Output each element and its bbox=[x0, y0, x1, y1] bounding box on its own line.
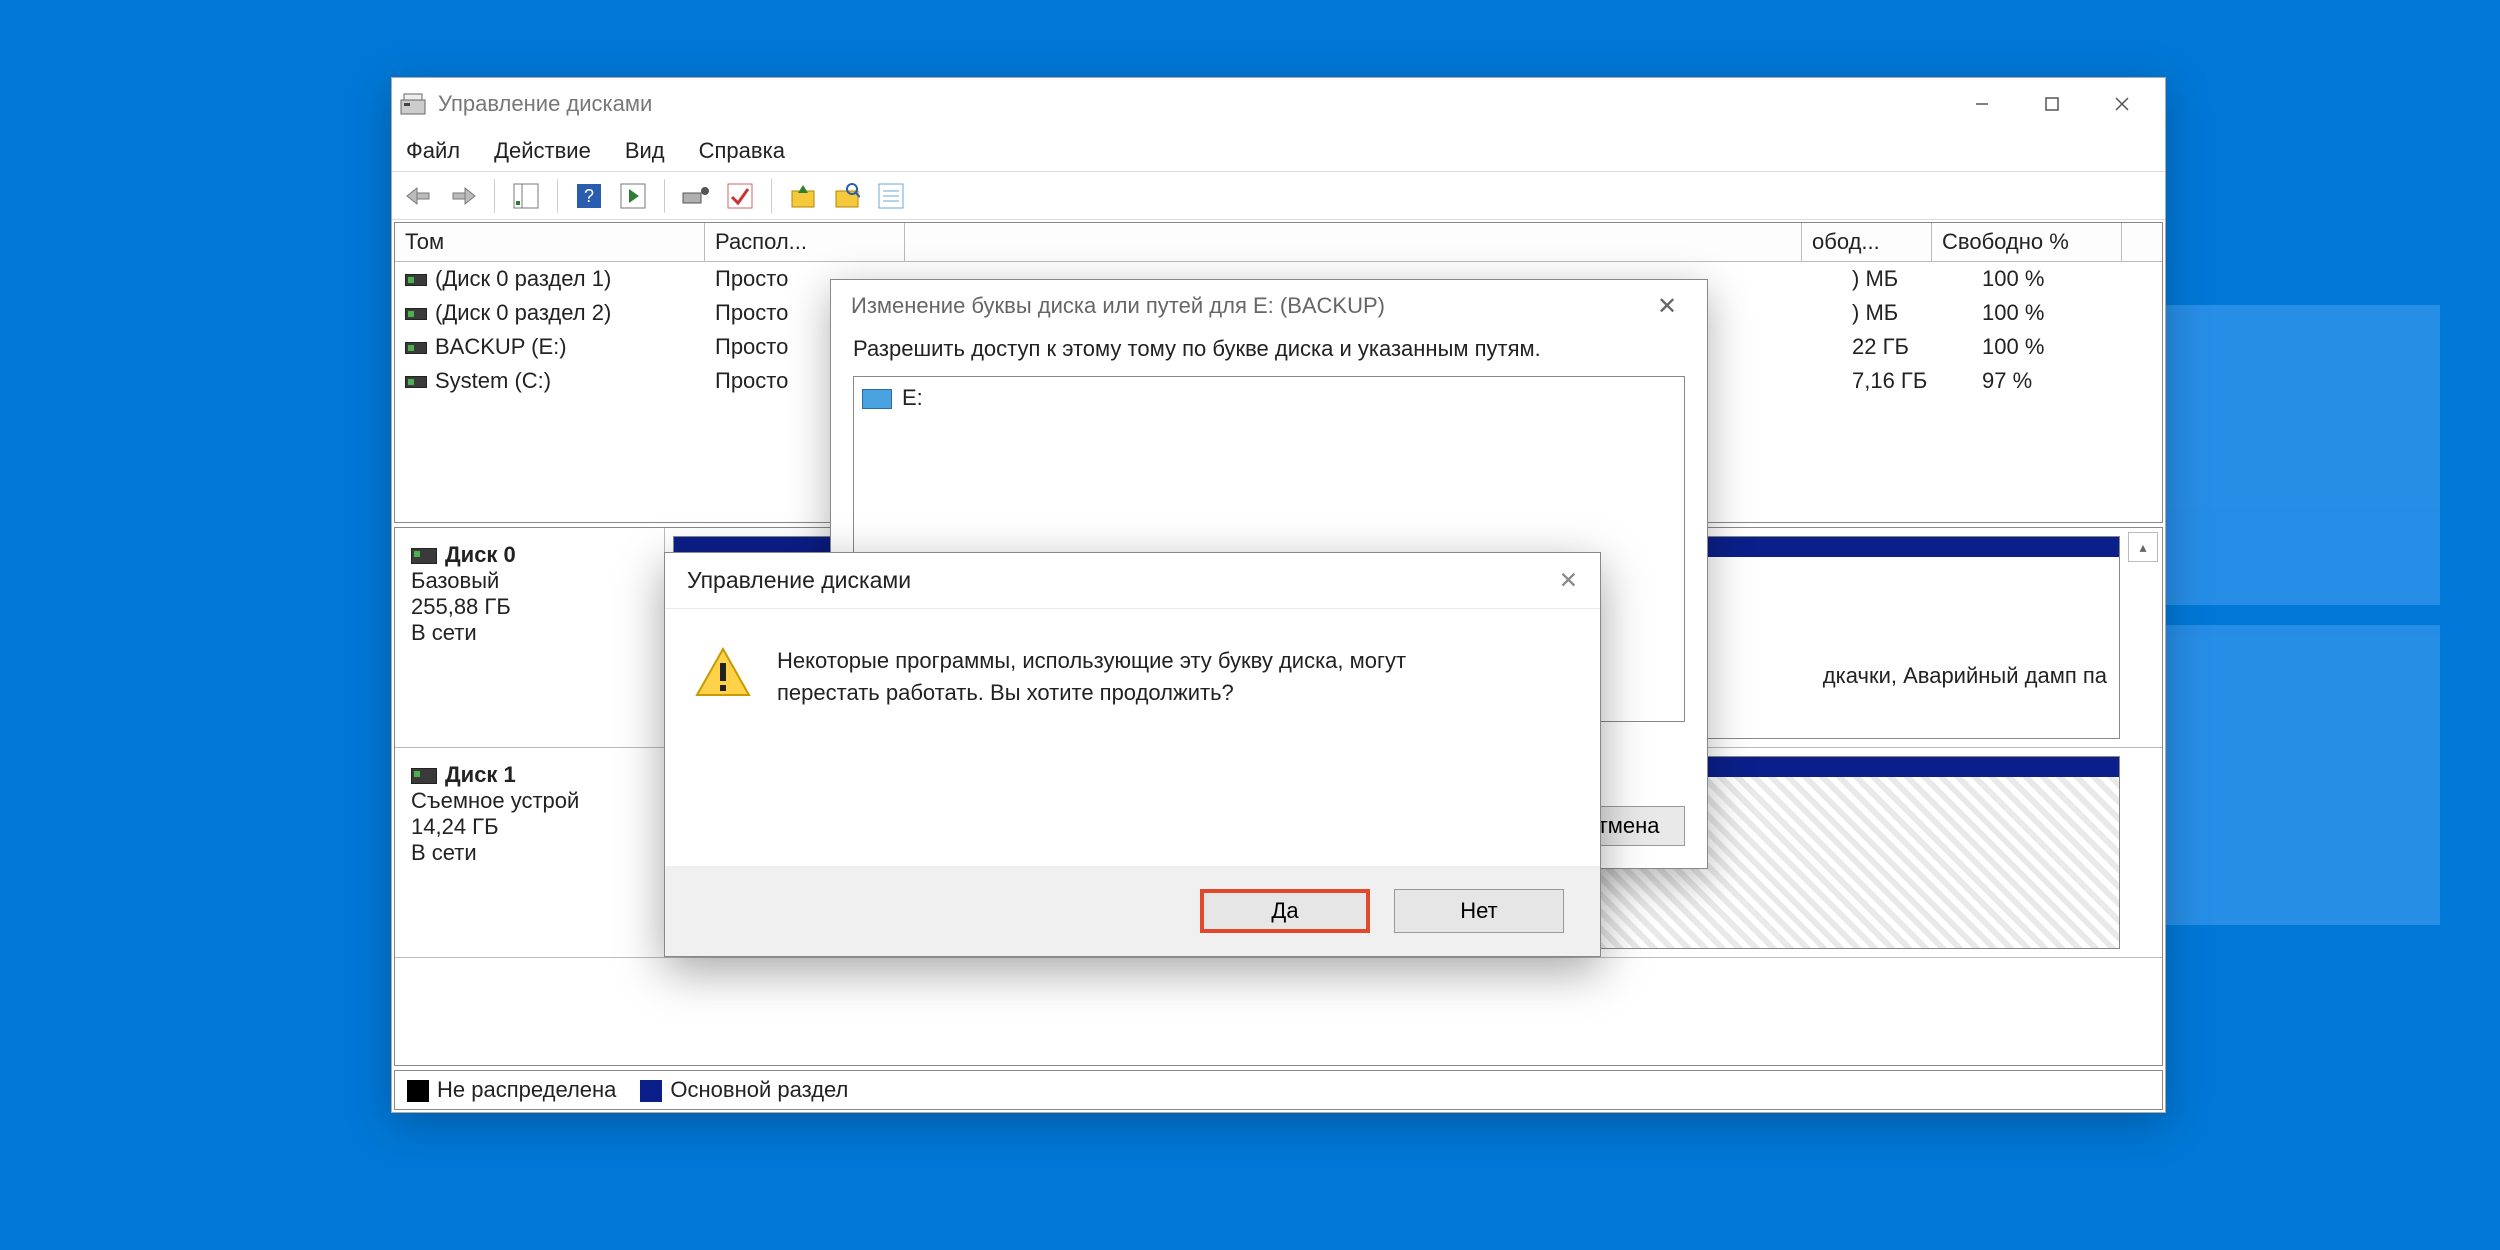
check-icon[interactable] bbox=[723, 179, 757, 213]
volume-icon bbox=[405, 376, 427, 388]
confirm-dialog: Управление дисками ✕ Некоторые программы… bbox=[664, 552, 1601, 957]
cell: (Диск 0 раздел 2) bbox=[435, 300, 611, 325]
settings-icon[interactable] bbox=[679, 179, 713, 213]
dialog-instruction: Разрешить доступ к этому тому по букве д… bbox=[853, 336, 1685, 362]
cell: (Диск 0 раздел 1) bbox=[435, 266, 611, 291]
dialog-message: Некоторые программы, использующие эту бу… bbox=[777, 645, 1497, 830]
toolbar: ? bbox=[392, 172, 2165, 220]
disk-icon bbox=[411, 548, 437, 564]
menu-file[interactable]: Файл bbox=[406, 138, 460, 164]
cell: BACKUP (E:) bbox=[435, 334, 567, 359]
legend: Не распределена Основной раздел bbox=[394, 1070, 2163, 1110]
forward-icon[interactable] bbox=[446, 179, 480, 213]
table-header: Том Распол... обод... Свободно % bbox=[395, 223, 2162, 262]
dialog-title: Изменение буквы диска или путей для E: (… bbox=[851, 293, 1385, 319]
no-button[interactable]: Нет bbox=[1394, 889, 1564, 933]
menubar: Файл Действие Вид Справка bbox=[392, 130, 2165, 172]
close-button[interactable] bbox=[2087, 80, 2157, 128]
legend-swatch-unallocated bbox=[407, 1080, 429, 1102]
cell: 100 % bbox=[1972, 332, 2162, 362]
cell: 97 % bbox=[1972, 366, 2162, 396]
disk-label: Диск 1 Съемное устрой 14,24 ГБ В сети bbox=[395, 748, 665, 957]
maximize-button[interactable] bbox=[2017, 80, 2087, 128]
folder-search-icon[interactable] bbox=[830, 179, 864, 213]
cell: System (C:) bbox=[435, 368, 551, 393]
col-freepct[interactable]: Свободно % bbox=[1932, 223, 2122, 261]
cell: 22 ГБ bbox=[1842, 332, 1972, 362]
warning-icon bbox=[695, 645, 751, 701]
dialog-titlebar[interactable]: Изменение буквы диска или путей для E: (… bbox=[831, 280, 1707, 332]
volume-icon bbox=[405, 342, 427, 354]
volume-icon bbox=[405, 274, 427, 286]
cell: ) МБ bbox=[1842, 298, 1972, 328]
col-hidden[interactable] bbox=[905, 223, 1802, 261]
window-title: Управление дисками bbox=[438, 91, 652, 117]
app-icon bbox=[400, 93, 426, 115]
col-layout[interactable]: Распол... bbox=[705, 223, 905, 261]
cell: 100 % bbox=[1972, 264, 2162, 294]
list-icon[interactable] bbox=[874, 179, 908, 213]
drive-icon bbox=[862, 389, 892, 409]
close-icon[interactable]: ✕ bbox=[1647, 292, 1687, 321]
disk-icon bbox=[411, 768, 437, 784]
scroll-up-icon[interactable]: ▴ bbox=[2128, 532, 2158, 562]
dialog-titlebar[interactable]: Управление дисками ✕ bbox=[665, 553, 1600, 609]
legend-swatch-primary bbox=[640, 1080, 662, 1102]
cell: ) МБ bbox=[1842, 264, 1972, 294]
col-volume[interactable]: Том bbox=[395, 223, 705, 261]
titlebar[interactable]: Управление дисками bbox=[392, 78, 2165, 130]
back-icon[interactable] bbox=[402, 179, 436, 213]
svg-text:?: ? bbox=[584, 186, 594, 206]
list-item[interactable]: E: bbox=[862, 385, 1676, 411]
disk-label: Диск 0 Базовый 255,88 ГБ В сети bbox=[395, 528, 665, 747]
col-tail[interactable] bbox=[2122, 223, 2162, 261]
menu-view[interactable]: Вид bbox=[625, 138, 665, 164]
help-icon[interactable]: ? bbox=[572, 179, 606, 213]
refresh-icon[interactable] bbox=[616, 179, 650, 213]
cell: 100 % bbox=[1972, 298, 2162, 328]
close-icon[interactable]: ✕ bbox=[1559, 567, 1578, 594]
yes-button[interactable]: Да bbox=[1200, 889, 1370, 933]
volume-icon bbox=[405, 308, 427, 320]
menu-action[interactable]: Действие bbox=[494, 138, 591, 164]
col-free[interactable]: обод... bbox=[1802, 223, 1932, 261]
minimize-button[interactable] bbox=[1947, 80, 2017, 128]
menu-help[interactable]: Справка bbox=[699, 138, 785, 164]
dialog-title: Управление дисками bbox=[687, 567, 911, 594]
cell: 7,16 ГБ bbox=[1842, 366, 1972, 396]
show-hide-tree-icon[interactable] bbox=[509, 179, 543, 213]
folder-up-icon[interactable] bbox=[786, 179, 820, 213]
